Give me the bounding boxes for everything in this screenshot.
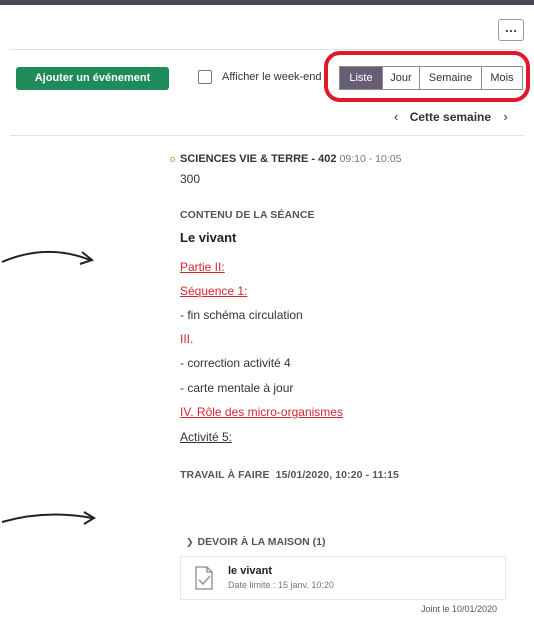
week-label: Cette semaine: [409, 110, 492, 124]
chevron-right-icon[interactable]: ›: [503, 109, 507, 124]
content-line: III.: [180, 332, 194, 346]
content-line: Activité 5:: [180, 430, 233, 444]
show-weekend-checkbox[interactable]: [198, 70, 212, 84]
view-week-button[interactable]: Semaine: [419, 67, 481, 89]
room-number: 300: [180, 172, 201, 186]
course-status-dot: [170, 157, 175, 162]
more-options-button[interactable]: …: [498, 19, 524, 41]
homework-title: TRAVAIL À FAIRE: [180, 469, 270, 481]
course-title[interactable]: SCIENCES VIE & TERRE - 402 09:10 - 10:05: [180, 153, 401, 165]
view-day-button[interactable]: Jour: [382, 67, 419, 89]
view-month-button[interactable]: Mois: [481, 67, 522, 89]
view-list-button[interactable]: Liste: [340, 67, 382, 89]
divider: [10, 135, 524, 136]
content-line: Partie II:: [180, 260, 225, 274]
top-bar: [0, 0, 534, 5]
content-line: - carte mentale à jour: [180, 381, 294, 395]
course-name: SCIENCES VIE & TERRE - 402: [180, 153, 337, 165]
document-check-icon: [195, 566, 213, 590]
homework-datetime: 15/01/2020, 10:20 - 11:15: [275, 469, 399, 481]
homework-joined-date: Joint le 10/01/2020: [421, 604, 498, 614]
chevron-left-icon[interactable]: ‹: [394, 109, 398, 124]
view-switcher: Liste Jour Semaine Mois: [339, 66, 523, 90]
course-time: 09:10 - 10:05: [339, 153, 402, 165]
homework-item-card[interactable]: [180, 556, 506, 600]
content-line: IV. Rôle des micro-organismes: [180, 405, 343, 419]
session-subject: Le vivant: [180, 230, 237, 245]
annotation-arrow-icon: [1, 511, 96, 525]
content-line: Séquence 1:: [180, 284, 248, 298]
divider: [10, 49, 524, 50]
show-weekend-label: Afficher le week-end: [222, 71, 322, 83]
week-navigation: ‹ Cette semaine ›: [394, 109, 508, 124]
homework-item-due: Date limite : 15 janv. 10:20: [228, 580, 334, 590]
homework-section-label: DEVOIR À LA MAISON (1): [197, 536, 326, 548]
content-line: - fin schéma circulation: [180, 308, 303, 322]
chevron-down-icon: ❯: [186, 537, 194, 547]
content-line: - correction activité 4: [180, 356, 291, 370]
add-event-button[interactable]: Ajouter un événement: [16, 67, 169, 90]
homework-header: TRAVAIL À FAIRE 15/01/2020, 10:20 - 11:1…: [180, 469, 399, 481]
session-content-header: CONTENU DE LA SÉANCE: [180, 209, 315, 221]
homework-item-title[interactable]: le vivant: [228, 565, 272, 577]
homework-section-toggle[interactable]: ❯ DEVOIR À LA MAISON (1): [186, 536, 326, 548]
annotation-arrow-icon: [1, 251, 95, 265]
